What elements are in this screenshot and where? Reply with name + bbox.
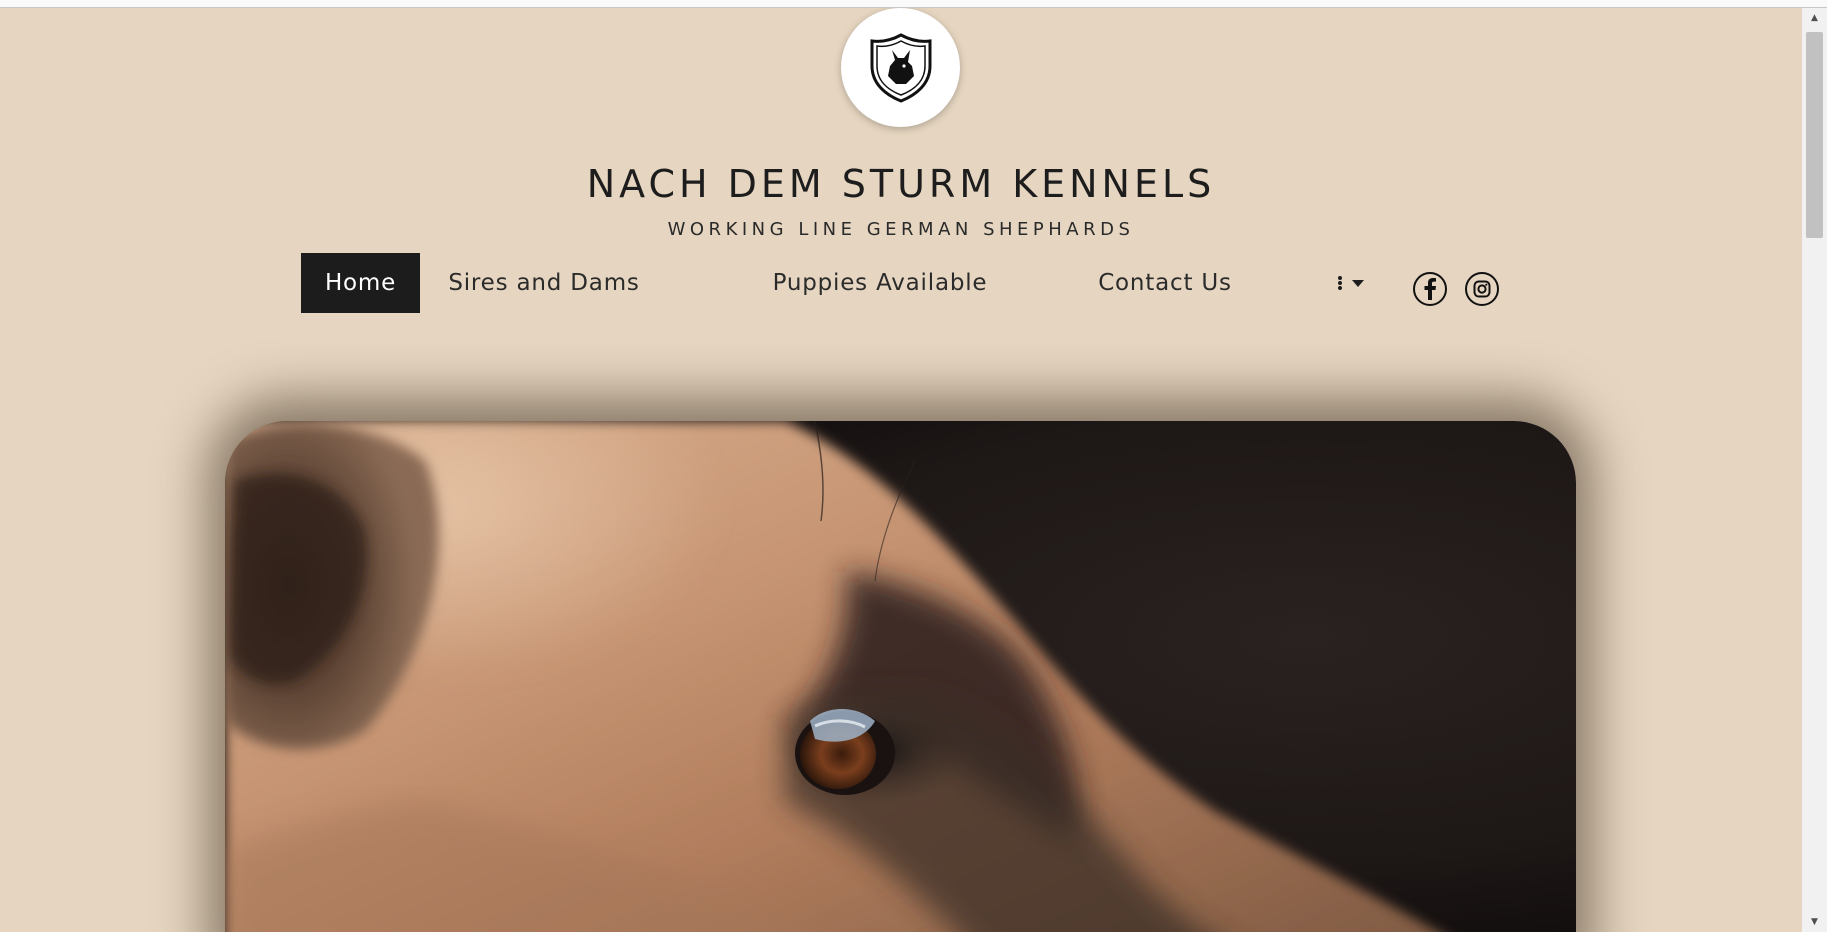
page: NACH DEM STURM KENNELS WORKING LINE GERM… <box>0 8 1802 932</box>
instagram-link[interactable] <box>1465 272 1499 306</box>
vertical-scrollbar[interactable]: ▲ ▼ <box>1802 8 1827 932</box>
site-logo[interactable] <box>841 8 960 127</box>
nav-item-sires-and-dams[interactable]: Sires and Dams <box>448 253 640 313</box>
scroll-up-icon[interactable]: ▲ <box>1802 8 1827 28</box>
nav-item-label: Contact Us <box>1098 270 1232 296</box>
nav-item-label: Home <box>324 270 397 296</box>
nav-item-label: Sires and Dams <box>448 270 640 296</box>
nav-item-home[interactable]: Home <box>301 253 420 313</box>
nav-item-contact-us[interactable]: Contact Us <box>1083 253 1247 313</box>
instagram-icon <box>1473 280 1491 298</box>
hero-image <box>225 421 1576 932</box>
nav-item-puppies-available[interactable]: Puppies Available <box>768 253 992 313</box>
dog-eye-photo <box>225 421 1576 932</box>
scroll-down-icon[interactable]: ▼ <box>1802 912 1827 932</box>
browser-top-bar <box>0 0 1827 8</box>
site-title: NACH DEM STURM KENNELS <box>586 162 1216 206</box>
site-tagline: WORKING LINE GERMAN SHEPHARDS <box>667 219 1135 240</box>
nav-item-label: Puppies Available <box>772 270 988 296</box>
scrollbar-thumb[interactable] <box>1806 32 1823 238</box>
facebook-link[interactable] <box>1413 272 1447 306</box>
shield-dog-logo-icon <box>870 32 931 103</box>
nav-more-dropdown[interactable] <box>1321 253 1381 313</box>
caret-down-icon <box>1352 279 1364 287</box>
facebook-icon <box>1424 278 1436 300</box>
kebab-icon <box>1338 276 1342 290</box>
